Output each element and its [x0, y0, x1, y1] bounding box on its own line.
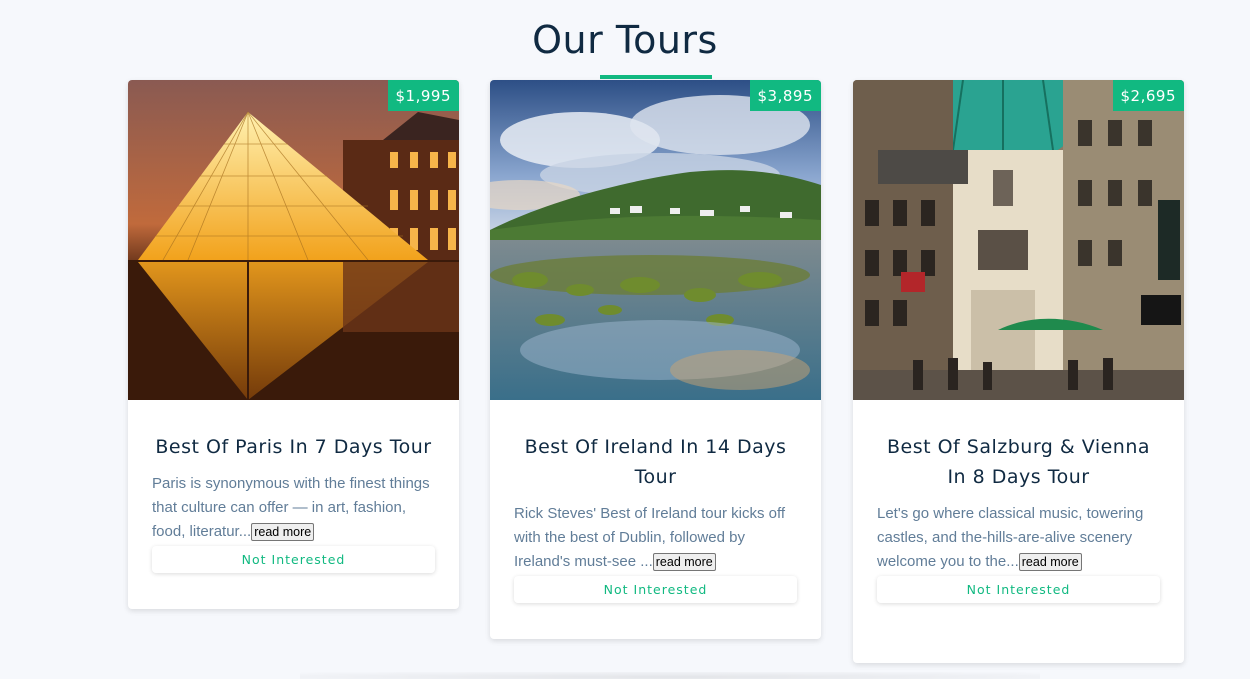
tour-card-ireland: $3,895 Best Of Ireland In 14 Days Tour R… — [490, 80, 821, 639]
not-interested-button[interactable]: Not Interested — [514, 576, 797, 603]
tour-description: Rick Steves' Best of Ireland tour kicks … — [514, 502, 797, 574]
tour-description-text: Let's go where classical music, towering… — [877, 505, 1144, 570]
page-title: Our Tours — [532, 18, 718, 62]
tour-image-ireland: $3,895 — [490, 80, 821, 400]
not-interested-button[interactable]: Not Interested — [877, 576, 1160, 603]
not-interested-button[interactable]: Not Interested — [152, 546, 435, 573]
tour-description: Let's go where classical music, towering… — [877, 502, 1160, 574]
tour-title: Best Of Salzburg & Vienna In 8 Days Tour — [886, 436, 1151, 488]
tour-title: Best Of Paris In 7 Days Tour — [155, 436, 432, 458]
read-more-button[interactable]: read more — [251, 523, 315, 541]
price-badge: $3,895 — [749, 80, 821, 111]
tour-card-paris: $1,995 Best Of Paris In 7 Days Tour Pari… — [128, 80, 459, 609]
tour-image-vienna: $2,695 — [853, 80, 1184, 400]
tour-title: Best Of Ireland In 14 Days Tour — [524, 436, 787, 488]
price-badge: $2,695 — [1112, 80, 1184, 111]
footer-shadow — [300, 672, 1040, 679]
title-underline — [600, 75, 712, 79]
read-more-button[interactable]: read more — [1018, 553, 1082, 571]
tour-card-vienna: $2,695 Best Of Salzburg & Vienna In 8 Da… — [853, 80, 1184, 663]
read-more-button[interactable]: read more — [652, 553, 716, 571]
price-badge: $1,995 — [387, 80, 459, 111]
tour-image-paris: $1,995 — [128, 80, 459, 400]
tour-description: Paris is synonymous with the finest thin… — [152, 472, 435, 544]
tour-description-text: Rick Steves' Best of Ireland tour kicks … — [514, 505, 786, 570]
